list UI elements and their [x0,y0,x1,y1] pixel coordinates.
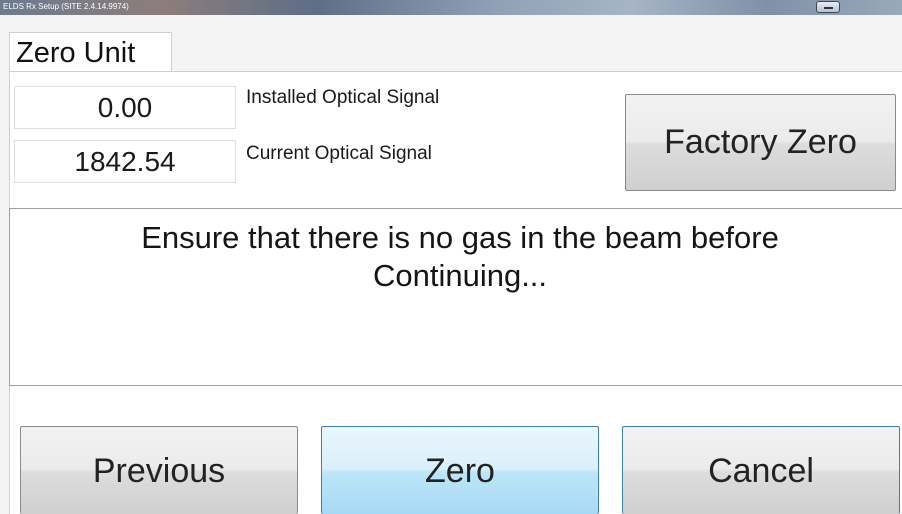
minimize-icon [824,7,833,9]
zero-button[interactable]: Zero [321,426,599,514]
tab-zero-unit[interactable]: Zero Unit [9,32,172,72]
installed-signal-value: 0.00 [14,86,236,129]
message-line-2: Continuing... [372,258,548,293]
previous-button[interactable]: Previous [20,426,298,514]
instruction-message: Ensure that there is no gas in the beam … [10,219,902,295]
current-signal-value: 1842.54 [14,140,236,183]
message-line-1: Ensure that there is no gas in the beam … [141,220,779,255]
message-box: Ensure that there is no gas in the beam … [9,208,902,386]
window-title: ELDS Rx Setup (SITE 2.4.14.9974) [3,2,129,11]
installed-signal-label: Installed Optical Signal [246,87,440,108]
cancel-button[interactable]: Cancel [622,426,900,514]
title-bar[interactable]: ELDS Rx Setup (SITE 2.4.14.9974) [0,0,902,15]
minimize-button[interactable] [816,1,840,13]
tab-label: Zero Unit [16,37,136,69]
factory-zero-button[interactable]: Factory Zero [625,94,896,191]
setup-window: ELDS Rx Setup (SITE 2.4.14.9974) Zero Un… [0,0,902,514]
current-signal-label: Current Optical Signal [246,143,432,164]
